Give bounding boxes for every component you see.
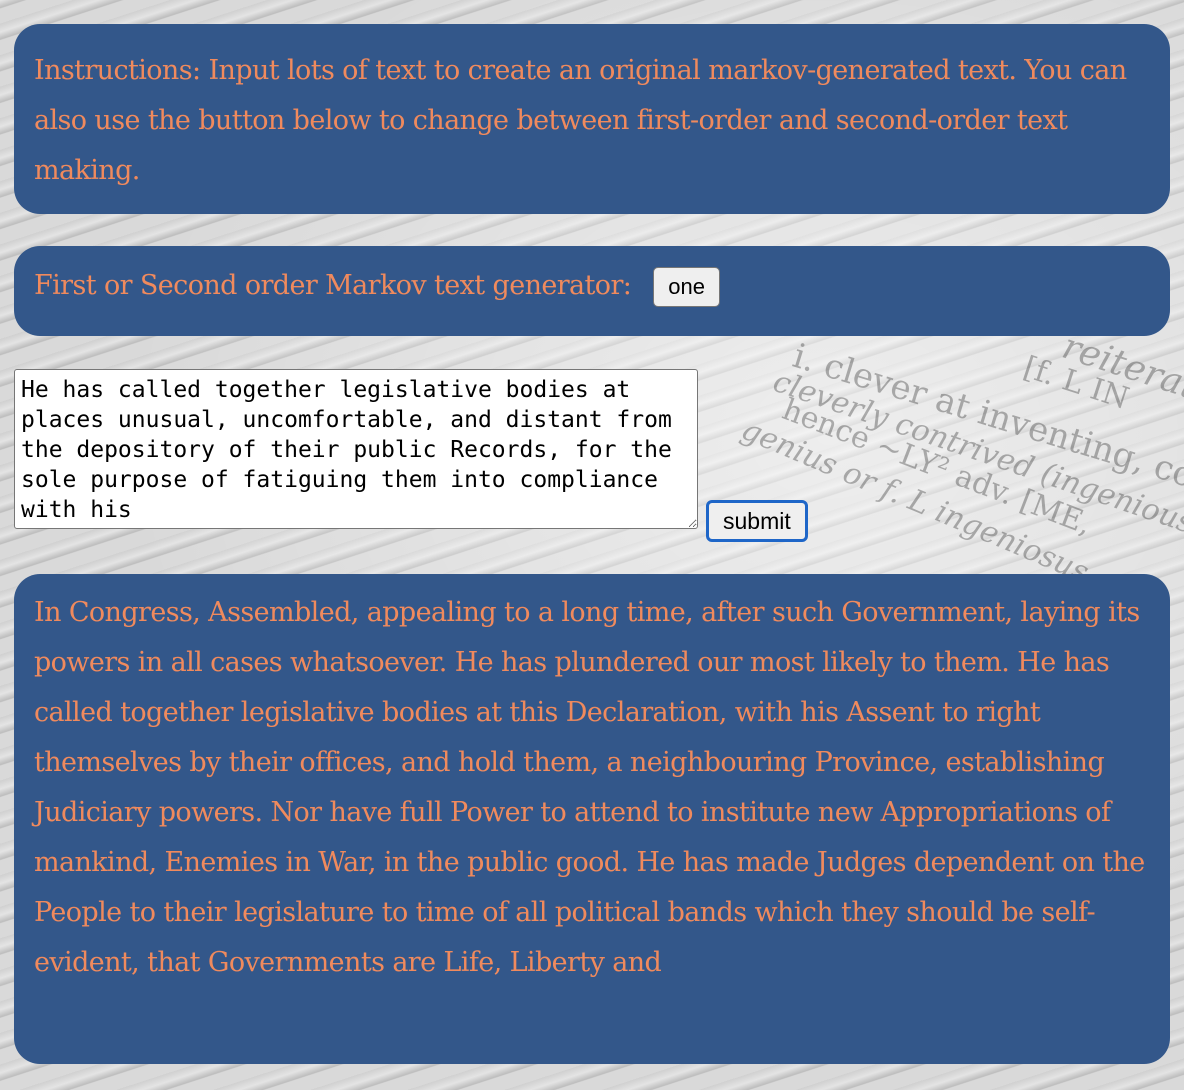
order-toggle-panel: First or Second order Markov text genera… bbox=[14, 246, 1170, 336]
order-toggle-button[interactable]: one bbox=[653, 267, 720, 307]
order-toggle-label: First or Second order Markov text genera… bbox=[34, 270, 632, 301]
instructions-text: Instructions: Input lots of text to crea… bbox=[34, 55, 1127, 186]
output-panel: In Congress, Assembled, appealing to a l… bbox=[14, 574, 1170, 1064]
text-input-area[interactable]: He has called together legislative bodie… bbox=[14, 369, 698, 529]
background-text-line: i. clever at inventing, constructi bbox=[788, 336, 1184, 536]
instructions-panel: Instructions: Input lots of text to crea… bbox=[14, 24, 1170, 214]
background-text-line: cleverly contrived (ingenious machine bbox=[768, 364, 1184, 586]
background-text-line: reiterat bbox=[1057, 326, 1184, 408]
background-text-line: [f. L IN bbox=[1019, 350, 1134, 417]
generated-text-output: In Congress, Assembled, appealing to a l… bbox=[34, 597, 1145, 978]
background-text-line: hence ~LY² adv. [ME, bbox=[777, 392, 1097, 543]
submit-button[interactable]: submit bbox=[706, 500, 808, 542]
